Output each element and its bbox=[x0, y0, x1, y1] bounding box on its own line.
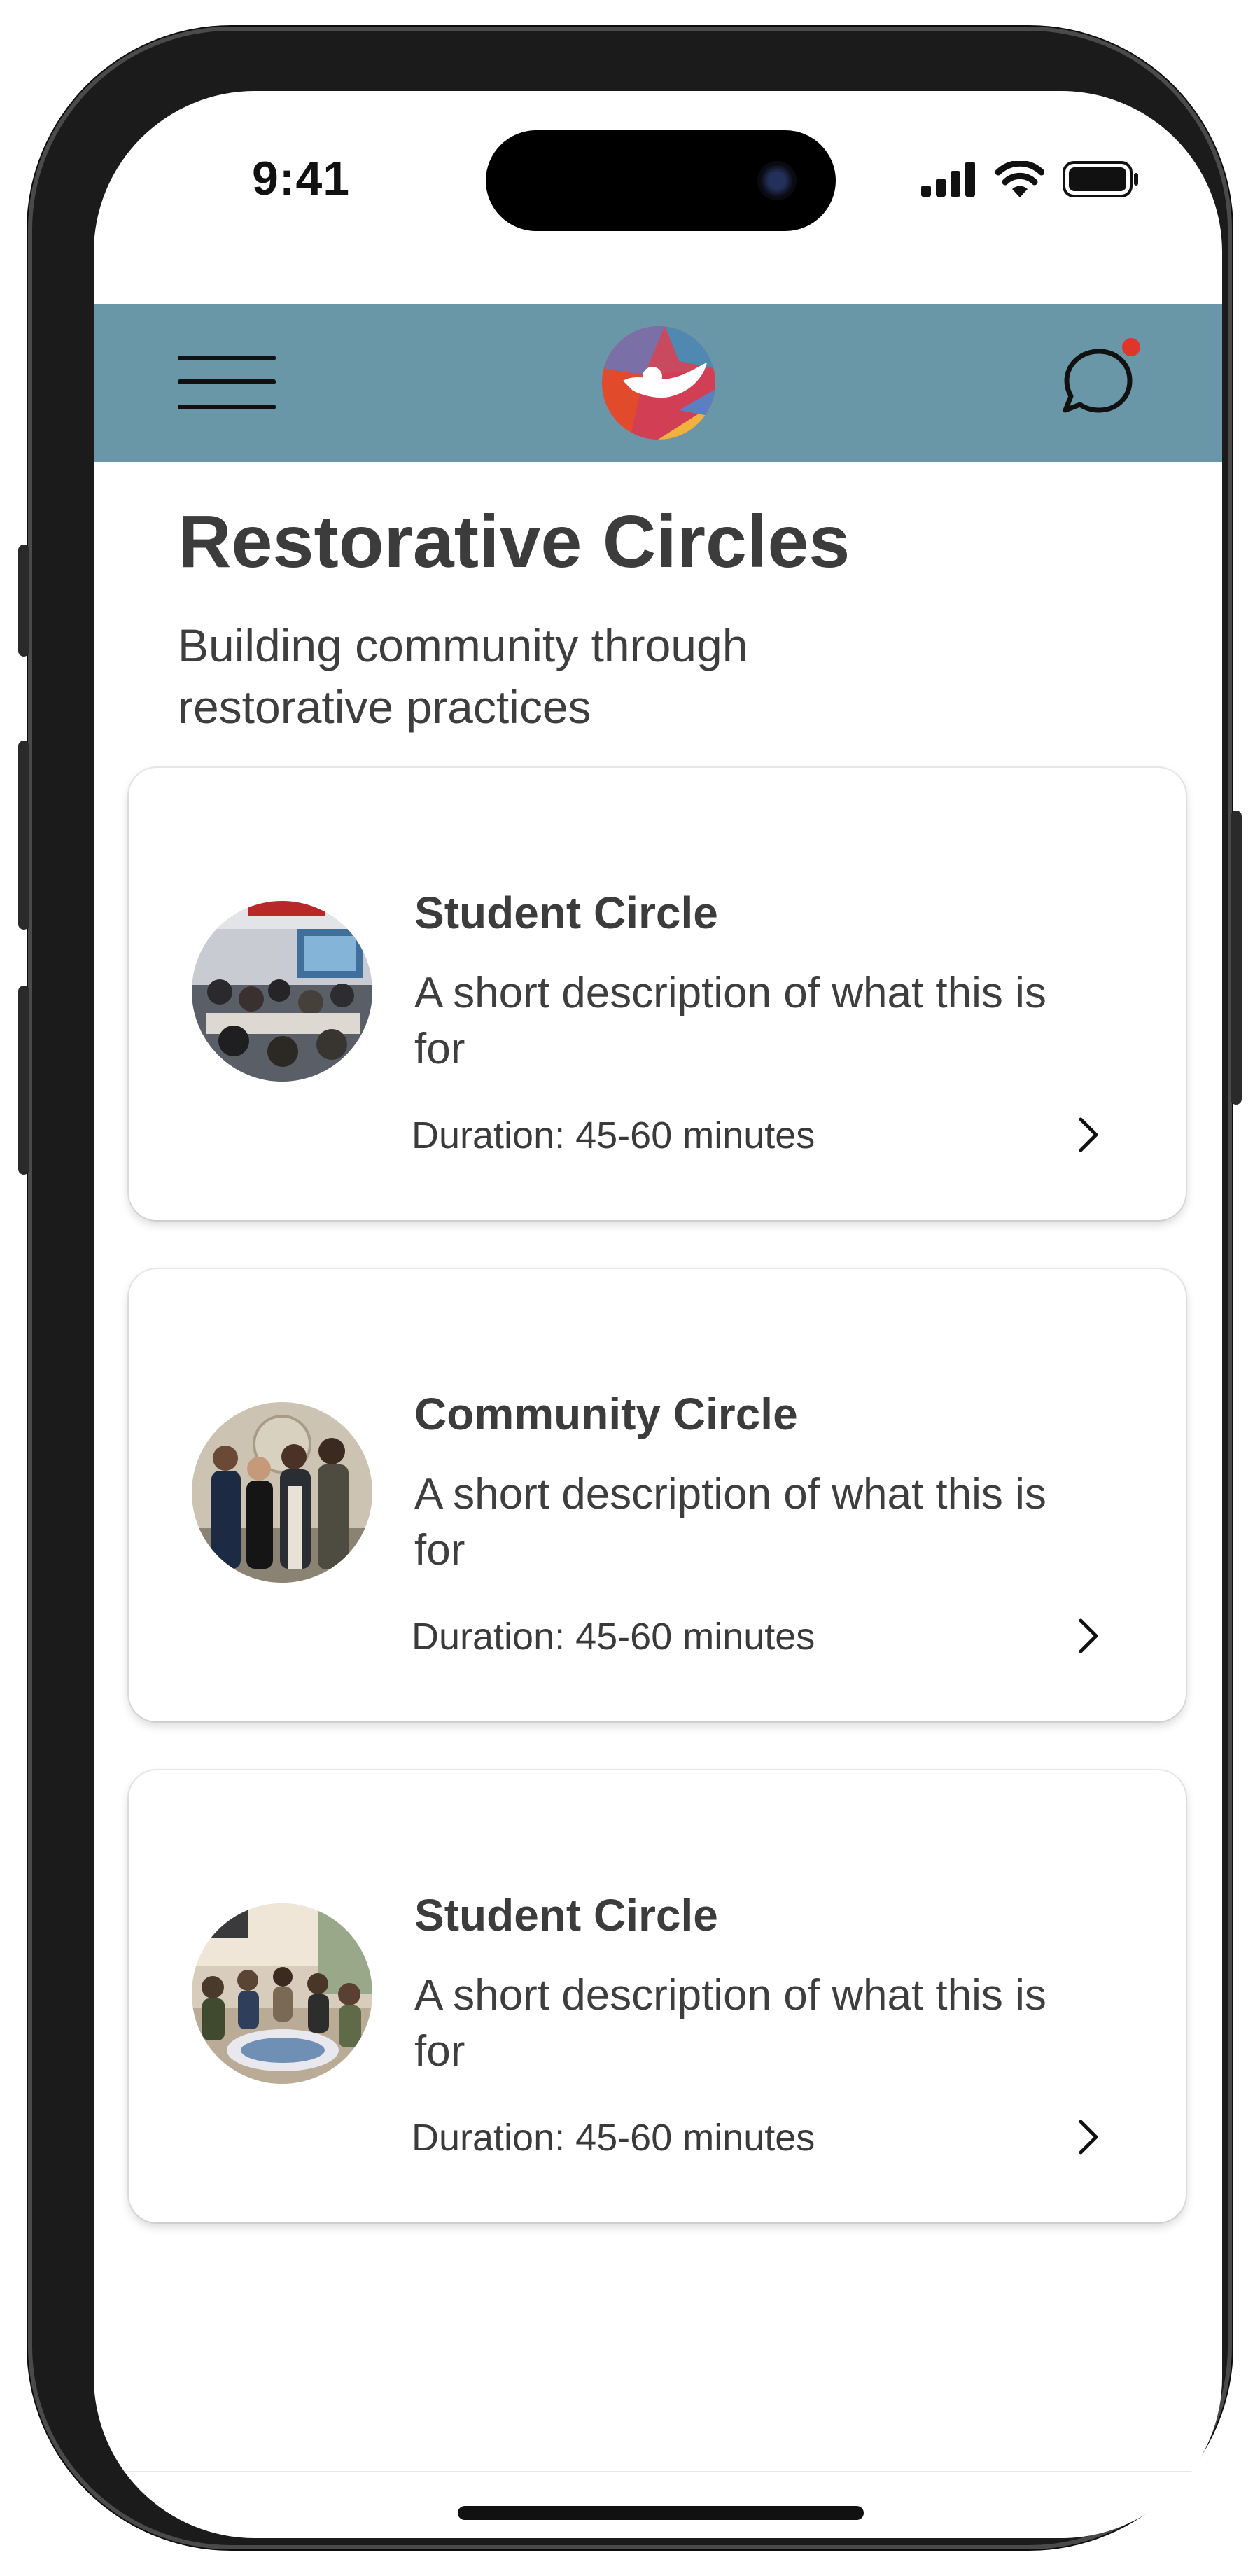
card-title: Community Circle bbox=[414, 1389, 798, 1439]
chevron-right-icon[interactable] bbox=[1067, 1615, 1109, 1657]
action-button bbox=[18, 545, 29, 657]
group-portrait-photo bbox=[192, 1402, 372, 1583]
volume-up-button bbox=[18, 741, 29, 930]
page-subtitle: Building community through restorative p… bbox=[178, 620, 748, 733]
side-button bbox=[1231, 811, 1242, 1105]
card-description: A short description of what this is for bbox=[414, 1470, 1046, 1574]
seated-circle-photo bbox=[192, 1903, 372, 2084]
screen: 9:41 Restorative Circles Building commun… bbox=[94, 91, 1222, 2538]
chevron-right-icon[interactable] bbox=[1067, 1114, 1109, 1156]
volume-down-button bbox=[18, 986, 29, 1175]
home-indicator[interactable] bbox=[458, 2506, 864, 2520]
notification-dot bbox=[1122, 338, 1140, 356]
dynamic-island bbox=[486, 130, 836, 231]
card-description: A short description of what this is for bbox=[414, 969, 1046, 1073]
chat-bubble-icon[interactable] bbox=[1057, 337, 1141, 421]
circle-card[interactable]: Student Circle A short description of wh… bbox=[129, 768, 1186, 1220]
circle-card[interactable]: Community Circle A short description of … bbox=[129, 1269, 1186, 1721]
battery-icon bbox=[1063, 161, 1138, 197]
classroom-photo bbox=[192, 901, 372, 1082]
circle-card[interactable]: Student Circle A short description of wh… bbox=[129, 1770, 1186, 2222]
card-title: Student Circle bbox=[414, 1890, 718, 1940]
app-header bbox=[94, 304, 1222, 462]
status-icons bbox=[921, 161, 1140, 197]
chevron-right-icon[interactable] bbox=[1067, 2116, 1109, 2158]
signal-icon bbox=[921, 162, 975, 197]
bottom-divider bbox=[94, 2471, 1222, 2472]
card-title: Student Circle bbox=[414, 888, 718, 938]
card-description: A short description of what this is for bbox=[414, 1971, 1046, 2076]
status-time: 9:41 bbox=[252, 152, 351, 205]
wifi-icon bbox=[995, 161, 1044, 197]
phone-frame: 9:41 Restorative Circles Building commun… bbox=[18, 27, 1242, 2549]
card-duration: Duration: 45-60 minutes bbox=[412, 1616, 816, 1658]
page-title: Restorative Circles bbox=[178, 500, 850, 583]
app-logo[interactable] bbox=[602, 326, 715, 440]
hamburger-menu-icon[interactable] bbox=[178, 350, 276, 414]
card-duration: Duration: 45-60 minutes bbox=[412, 2117, 816, 2159]
front-camera bbox=[757, 161, 797, 200]
card-duration: Duration: 45-60 minutes bbox=[412, 1114, 816, 1156]
